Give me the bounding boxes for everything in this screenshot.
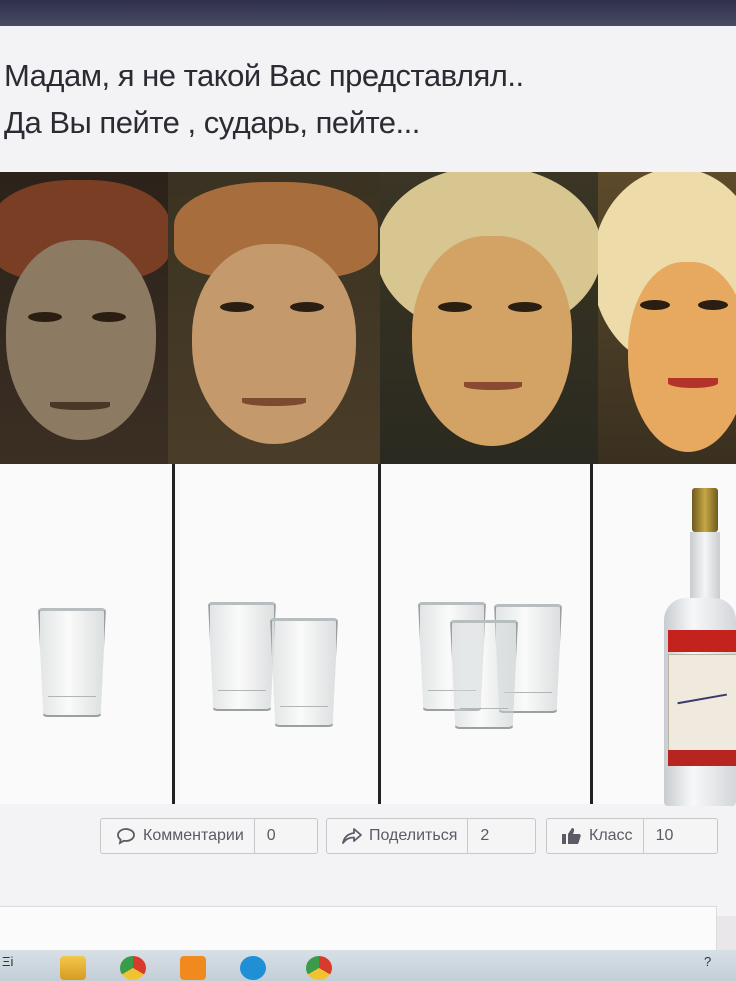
bottle-cap bbox=[692, 488, 718, 532]
like-button[interactable]: Класс 10 bbox=[546, 818, 718, 854]
shot-glass bbox=[270, 618, 338, 727]
panel-divider-2 bbox=[378, 464, 381, 804]
chrome-icon-2[interactable] bbox=[306, 956, 332, 980]
shot-glass bbox=[208, 602, 276, 711]
skype-icon[interactable] bbox=[240, 956, 266, 980]
speech-bubble-icon bbox=[115, 825, 137, 847]
browser-top-bar bbox=[0, 0, 736, 28]
portrait-old-woman-2 bbox=[168, 172, 380, 464]
thumbs-up-icon bbox=[561, 825, 583, 847]
caption-line-2: Да Вы пейте , сударь, пейте... bbox=[4, 105, 420, 140]
windows-taskbar: Ξi ? bbox=[0, 950, 736, 981]
bottle-label-top bbox=[668, 630, 736, 652]
odnoklassniki-icon[interactable] bbox=[180, 956, 206, 980]
shot-glass bbox=[38, 608, 106, 717]
panel-divider-1 bbox=[172, 464, 175, 804]
shot-glass bbox=[450, 620, 518, 729]
caption-line-1: Мадам, я не такой Вас представлял.. bbox=[4, 58, 524, 93]
comments-count: 0 bbox=[253, 819, 288, 853]
panel-divider-3 bbox=[590, 464, 593, 804]
comments-button[interactable]: Комментарии 0 bbox=[100, 818, 318, 854]
tray-icon[interactable]: ? bbox=[704, 954, 711, 969]
chrome-icon[interactable] bbox=[120, 956, 146, 980]
like-label: Класс bbox=[589, 827, 633, 844]
file-explorer-icon[interactable] bbox=[60, 956, 86, 980]
bottle-label-bottom bbox=[668, 750, 736, 766]
vodka-bottle bbox=[662, 488, 736, 806]
share-label: Поделиться bbox=[369, 827, 458, 844]
share-arrow-icon bbox=[341, 825, 363, 847]
post-actions: Комментарии 0 Поделиться 2 Класс 10 bbox=[0, 812, 736, 864]
task-view-icon[interactable]: Ξi bbox=[2, 954, 13, 969]
share-button[interactable]: Поделиться 2 bbox=[326, 818, 536, 854]
share-count: 2 bbox=[467, 819, 501, 853]
like-count: 10 bbox=[642, 819, 686, 853]
portrait-blonde-woman bbox=[598, 172, 736, 464]
bottle-neck bbox=[690, 532, 720, 602]
portrait-blonde-transition bbox=[380, 172, 598, 464]
comments-label: Комментарии bbox=[143, 827, 244, 844]
glasses-strip-image[interactable] bbox=[0, 464, 736, 804]
portrait-old-woman-1 bbox=[0, 172, 168, 464]
portrait-strip-image[interactable] bbox=[0, 172, 736, 464]
post-caption: Мадам, я не такой Вас представлял.. Да В… bbox=[4, 52, 704, 146]
